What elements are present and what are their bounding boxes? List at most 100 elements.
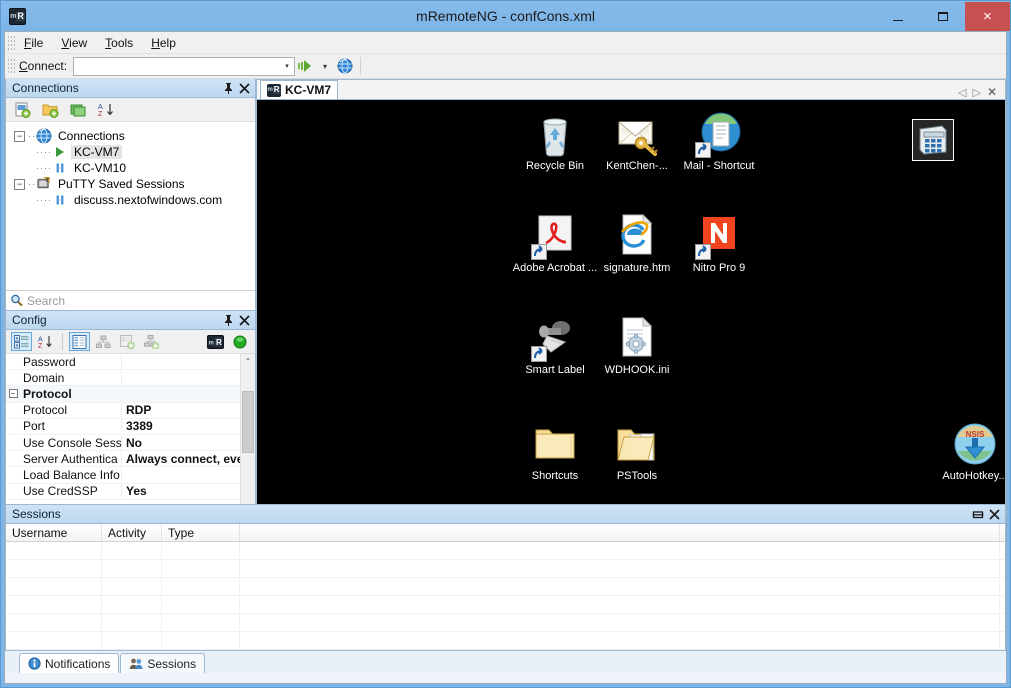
- connections-tree[interactable]: −··Connections····KC-VM7····KC-VM10−··Pu…: [6, 122, 255, 290]
- maximize-button[interactable]: [920, 2, 965, 31]
- new-connection-icon[interactable]: [12, 101, 32, 119]
- menu-view[interactable]: View: [52, 33, 96, 53]
- config-rows: PasswordDomain−ProtocolProtocolRDPPort33…: [6, 354, 240, 504]
- tree-expander-icon[interactable]: −: [14, 179, 25, 190]
- config-row[interactable]: −Protocol: [6, 386, 240, 402]
- desktop-icon-calculator[interactable]: [890, 112, 976, 160]
- menu-help[interactable]: Help: [142, 33, 185, 53]
- close-icon[interactable]: [236, 312, 252, 328]
- desktop-icon-autohotkey[interactable]: NSISAutoHotkey...: [932, 420, 1005, 483]
- default-inheritance-icon[interactable]: [141, 332, 162, 351]
- config-scrollbar[interactable]: ⌃: [240, 354, 255, 504]
- config-row[interactable]: Password: [6, 354, 240, 370]
- tab-kc-vm7[interactable]: mR KC-VM7: [260, 80, 338, 99]
- pin-icon[interactable]: [220, 312, 236, 328]
- toolbar-grip[interactable]: [7, 58, 15, 74]
- desktop-icon-wdhook-ini[interactable]: WDHOOK.ini: [594, 314, 680, 377]
- config-row-value[interactable]: RDP: [122, 403, 240, 417]
- tab-next-icon[interactable]: ▷: [972, 86, 980, 99]
- close-icon[interactable]: [236, 80, 252, 96]
- tree-item-putty-saved-sessions[interactable]: −··PuTTY Saved Sessions: [6, 176, 255, 192]
- properties-icon[interactable]: [69, 332, 90, 351]
- desktop-icon-nitro-pro-9[interactable]: Nitro Pro 9: [676, 212, 762, 275]
- sessions-cell: [162, 560, 240, 577]
- sessions-panel-title: Sessions: [12, 507, 970, 521]
- config-row[interactable]: Domain: [6, 370, 240, 386]
- config-panel: Config: [5, 311, 256, 505]
- tab-close-icon[interactable]: ✕: [987, 85, 997, 99]
- config-row[interactable]: Server AuthenticaAlways connect, eve: [6, 451, 240, 467]
- desktop-icon-smart-label[interactable]: Smart Label: [512, 314, 598, 377]
- desktop-icon-shortcuts[interactable]: Shortcuts: [512, 420, 598, 483]
- config-row[interactable]: Use CredSSPYes: [6, 484, 240, 500]
- scrollbar-thumb[interactable]: [242, 391, 254, 453]
- config-row[interactable]: Use Console SessNo: [6, 435, 240, 451]
- categorized-view-icon[interactable]: [11, 332, 32, 351]
- category-expander-icon[interactable]: −: [6, 389, 20, 398]
- tree-item-kc-vm7[interactable]: ····KC-VM7: [6, 144, 255, 160]
- config-row-value[interactable]: Yes: [122, 484, 240, 498]
- menu-tools[interactable]: Tools: [96, 33, 142, 53]
- minimize-button[interactable]: [875, 2, 920, 31]
- folder-open-icon: [613, 420, 661, 468]
- tab-prev-icon[interactable]: ◁: [958, 86, 966, 99]
- search-box[interactable]: Search: [6, 290, 255, 310]
- sessions-cell: [240, 596, 1000, 613]
- tree-expander-icon[interactable]: −: [14, 131, 25, 142]
- sessions-row[interactable]: [6, 560, 1005, 578]
- desktop-icon-mail-shortcut[interactable]: Mail - Shortcut: [676, 110, 762, 173]
- view-icon[interactable]: [68, 101, 88, 119]
- remote-desktop-view[interactable]: Recycle BinKentChen-...Mail - Shortcut Ad…: [257, 100, 1005, 504]
- config-row-value[interactable]: No: [122, 436, 240, 450]
- sessions-row[interactable]: [6, 632, 1005, 650]
- sessions-column-header[interactable]: Username: [6, 524, 102, 541]
- connect-combobox[interactable]: ▾: [73, 57, 295, 76]
- desktop-icon-recycle-bin[interactable]: Recycle Bin: [512, 110, 598, 173]
- session-panel: mR KC-VM7 ◁ ▷ ✕ Recycle BinKentChen-...M…: [256, 79, 1006, 505]
- sessions-row[interactable]: [6, 596, 1005, 614]
- sessions-column-header[interactable]: Type: [162, 524, 240, 541]
- sessions-column-header[interactable]: Activity: [102, 524, 162, 541]
- sessions-grid[interactable]: UsernameActivityType: [6, 524, 1005, 650]
- sessions-row[interactable]: [6, 578, 1005, 596]
- desktop-icon-pstools[interactable]: PSTools: [594, 420, 680, 483]
- application-window: mR mRemoteNG - confCons.xml × File View …: [0, 0, 1011, 688]
- sort-az-icon[interactable]: A Z: [96, 101, 116, 119]
- tab-sessions[interactable]: Sessions: [120, 653, 205, 673]
- tab-notifications[interactable]: Notifications: [19, 653, 119, 673]
- mremoteng-icon[interactable]: m R: [205, 332, 226, 351]
- tree-item-connections[interactable]: −··Connections: [6, 128, 255, 144]
- pin-icon[interactable]: [220, 80, 236, 96]
- sort-az-icon[interactable]: A Z: [35, 332, 56, 351]
- tree-item-kc-vm10[interactable]: ····KC-VM10: [6, 160, 255, 176]
- config-property-grid[interactable]: PasswordDomain−ProtocolProtocolRDPPort33…: [6, 354, 255, 504]
- sessions-row[interactable]: [6, 542, 1005, 560]
- desktop-icon-adobe-acrobat[interactable]: Adobe Acrobat ...: [512, 212, 598, 275]
- sessions-row[interactable]: [6, 614, 1005, 632]
- sessions-column-header[interactable]: [240, 524, 1000, 541]
- globe-icon[interactable]: [335, 56, 355, 76]
- menu-file[interactable]: File: [15, 33, 52, 53]
- quick-connect-dropdown[interactable]: ▾: [315, 56, 335, 76]
- menu-grip[interactable]: [7, 35, 15, 51]
- config-row[interactable]: Port3389: [6, 419, 240, 435]
- config-row-value[interactable]: 3389: [122, 419, 240, 433]
- inheritance-icon[interactable]: [93, 332, 114, 351]
- config-row[interactable]: Load Balance Info: [6, 467, 240, 483]
- desktop-icon-signature-htm[interactable]: signature.htm: [594, 212, 680, 275]
- quick-connect-icon[interactable]: [295, 56, 315, 76]
- desktop-icon-kentchen[interactable]: KentChen-...: [594, 110, 680, 173]
- sessions-cell: [102, 596, 162, 613]
- close-icon[interactable]: [986, 506, 1002, 522]
- chevron-down-icon[interactable]: ▾: [280, 62, 294, 70]
- scroll-up-arrow-icon[interactable]: ⌃: [241, 354, 255, 369]
- default-properties-icon[interactable]: [117, 332, 138, 351]
- restore-icon[interactable]: [970, 506, 986, 522]
- new-folder-icon[interactable]: [40, 101, 60, 119]
- config-row-name: Domain: [20, 371, 122, 385]
- tree-item-discuss-nextofwindows-com[interactable]: ····discuss.nextofwindows.com: [6, 192, 255, 208]
- config-row-value[interactable]: Always connect, eve: [122, 452, 240, 466]
- main-split: Connections: [5, 79, 1006, 505]
- close-button[interactable]: ×: [965, 2, 1010, 31]
- config-row[interactable]: ProtocolRDP: [6, 403, 240, 419]
